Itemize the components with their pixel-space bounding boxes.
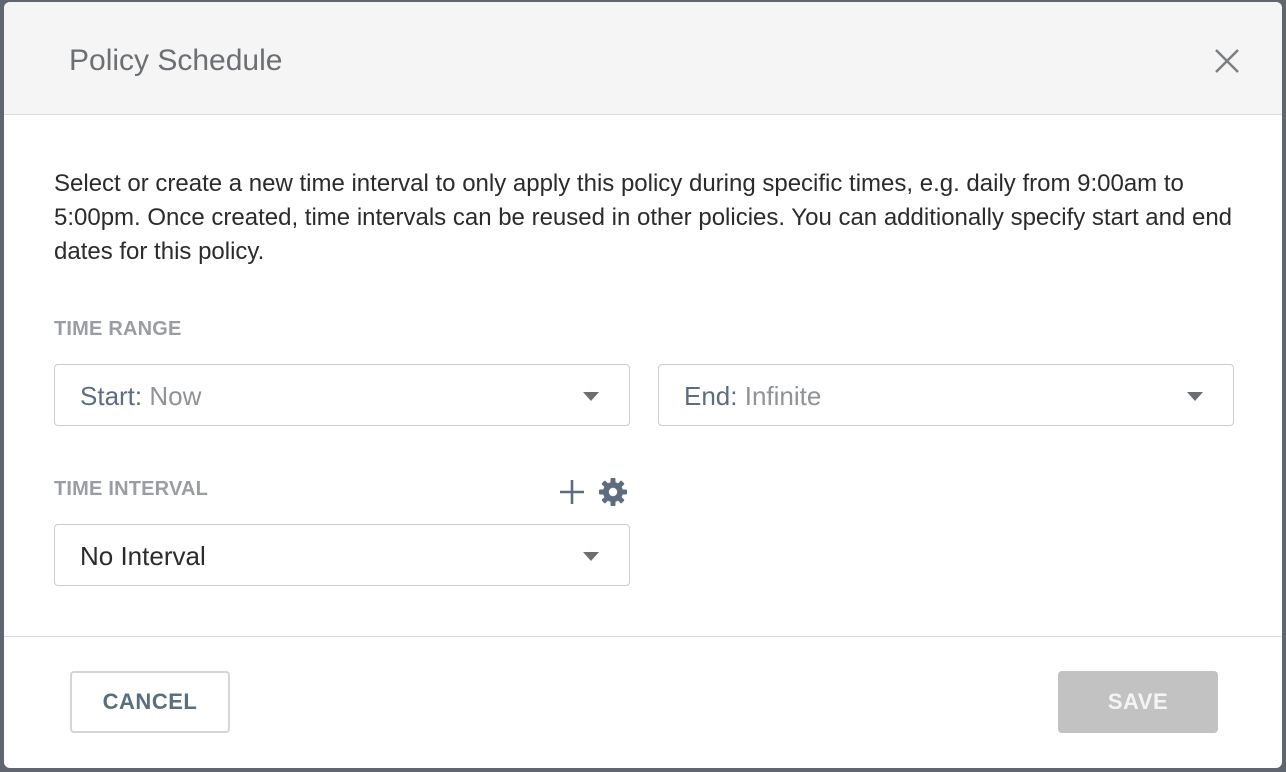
start-date-select[interactable]: Start: Now	[54, 364, 630, 426]
dialog-header: Policy Schedule	[4, 2, 1282, 115]
time-interval-label: TIME INTERVAL	[54, 478, 209, 500]
chevron-down-icon	[583, 552, 599, 561]
add-interval-button[interactable]	[557, 477, 587, 507]
gear-icon	[599, 478, 627, 506]
chevron-down-icon	[583, 392, 599, 401]
policy-schedule-dialog: Policy Schedule Select or create a new t…	[4, 2, 1282, 768]
close-button[interactable]	[1212, 46, 1242, 76]
end-date-text: End: Infinite	[684, 381, 821, 411]
close-icon	[1215, 49, 1239, 73]
interval-settings-button[interactable]	[598, 477, 628, 507]
dialog-body: Select or create a new time interval to …	[4, 115, 1282, 636]
cancel-button[interactable]: CANCEL	[70, 671, 230, 733]
time-interval-select[interactable]: No Interval	[54, 524, 630, 586]
start-prefix: Start:	[80, 381, 143, 411]
dialog-title: Policy Schedule	[69, 44, 283, 77]
dialog-description: Select or create a new time interval to …	[54, 170, 1233, 265]
time-interval-value: No Interval	[80, 541, 206, 571]
end-value: Infinite	[744, 381, 822, 411]
end-prefix: End:	[684, 381, 738, 411]
plus-icon	[560, 480, 584, 504]
chevron-down-icon	[1187, 392, 1203, 401]
start-value: Now	[149, 381, 202, 411]
start-date-text: Start: Now	[80, 381, 201, 411]
end-date-select[interactable]: End: Infinite	[658, 364, 1234, 426]
dialog-footer: CANCEL SAVE	[4, 636, 1282, 768]
time-range-label: TIME RANGE	[54, 318, 182, 340]
save-button[interactable]: SAVE	[1058, 671, 1218, 733]
